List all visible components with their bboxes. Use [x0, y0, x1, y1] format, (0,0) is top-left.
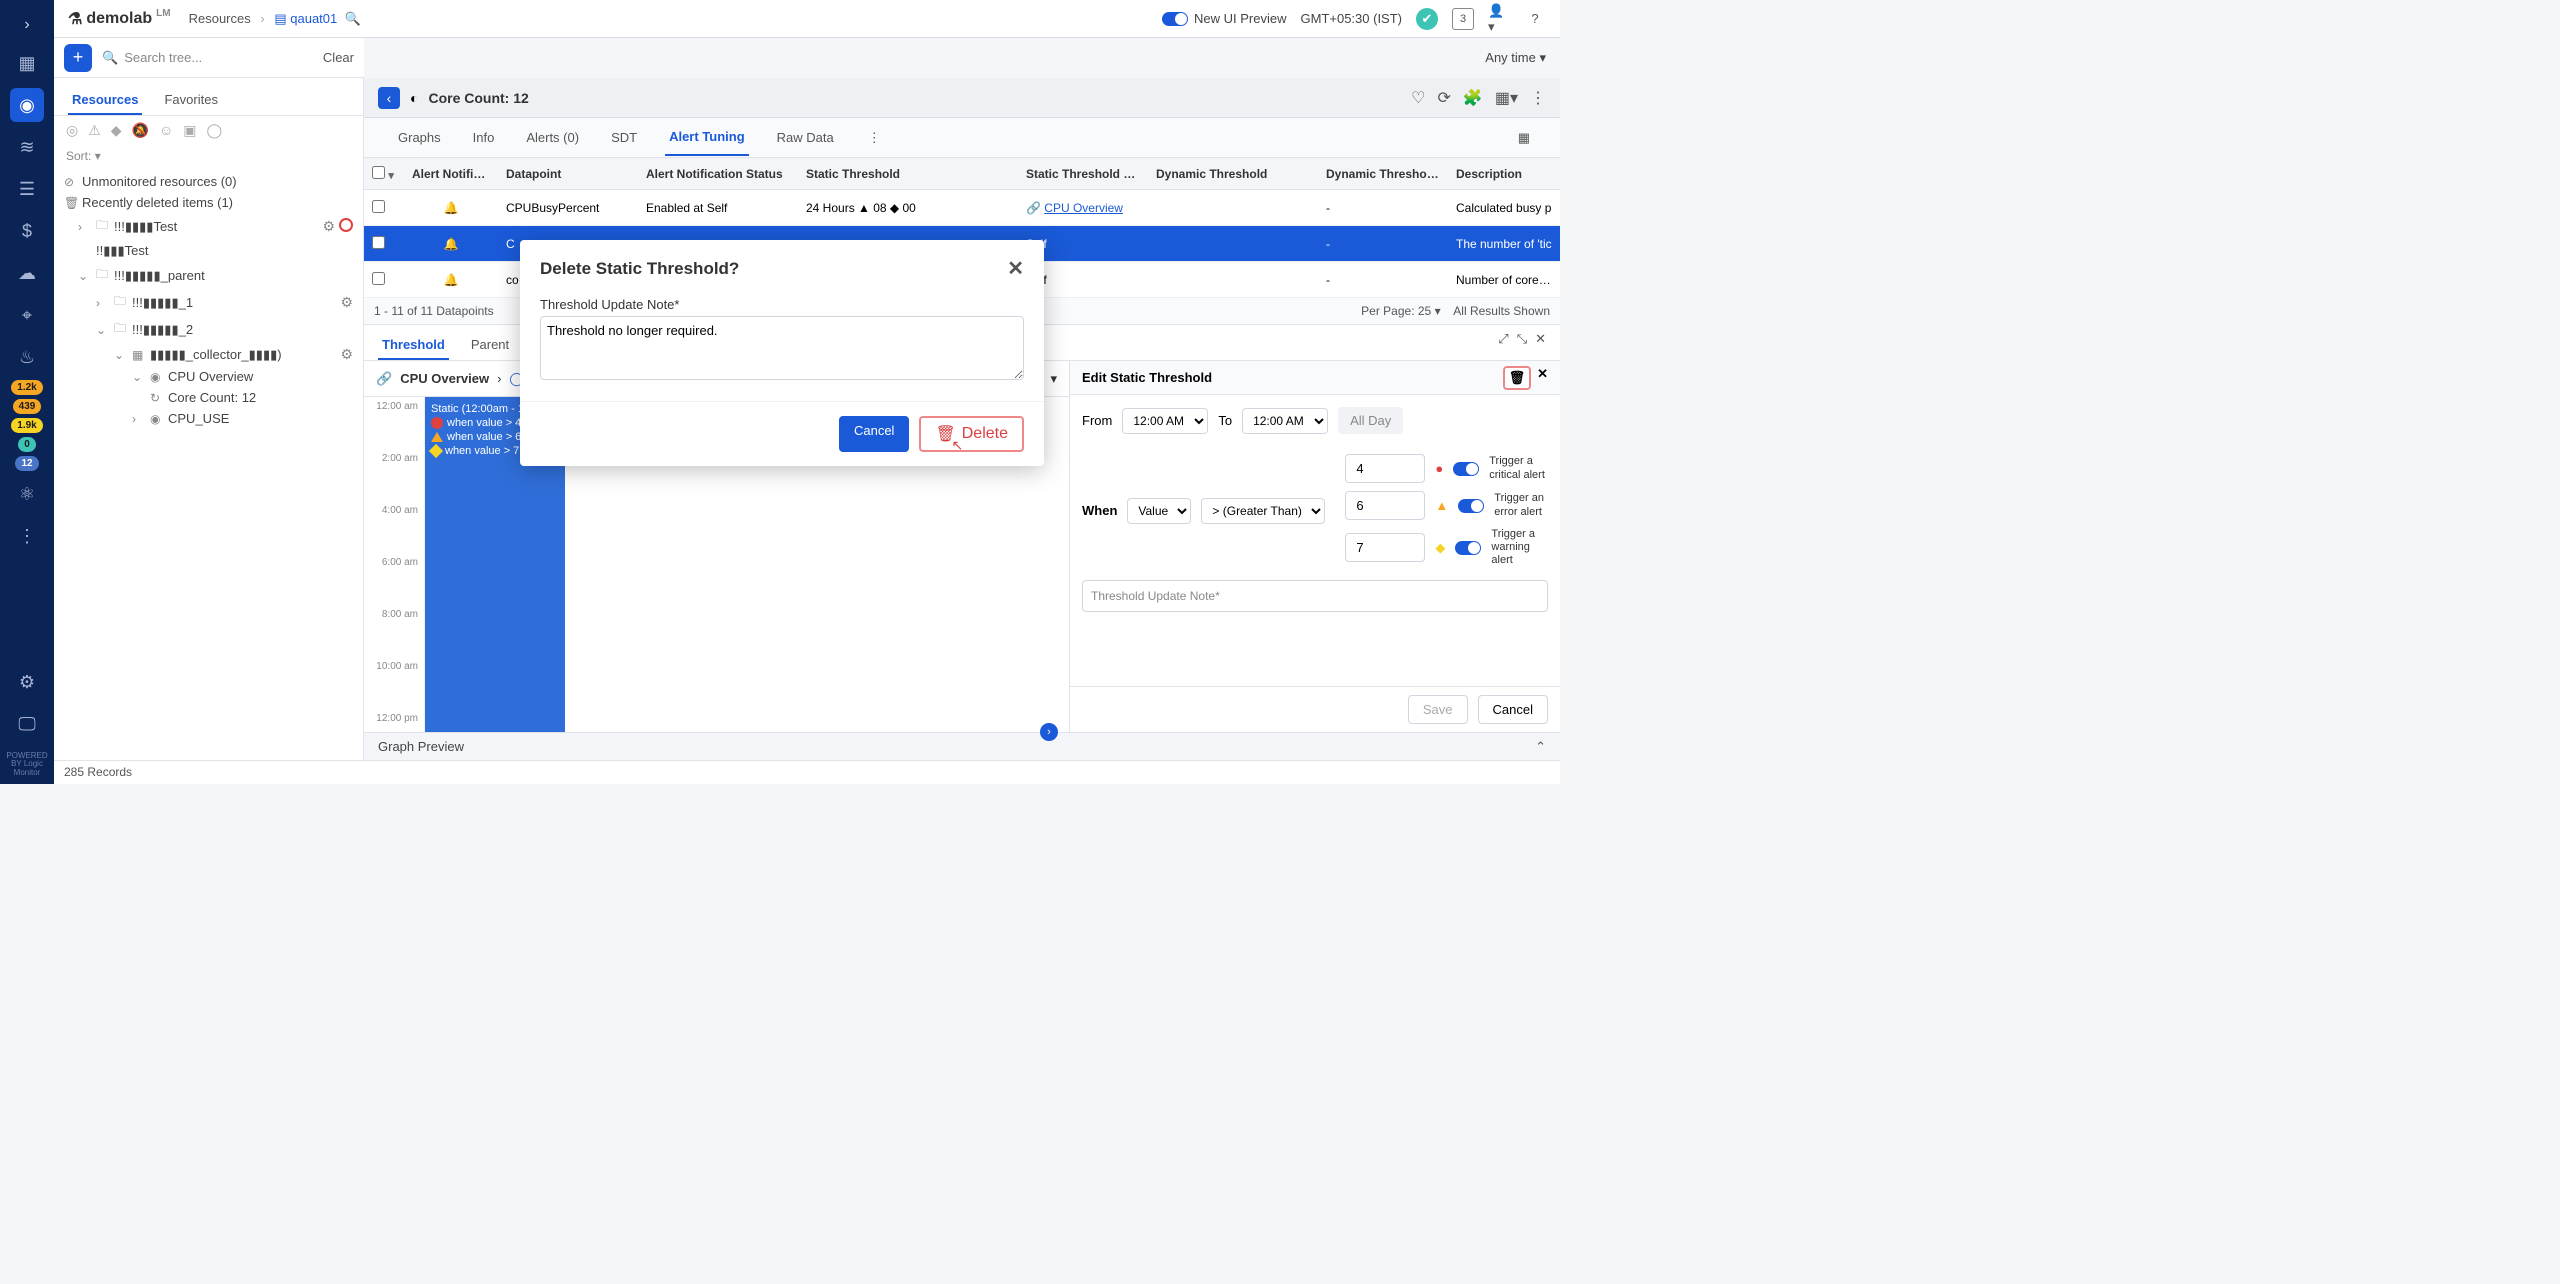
- note-label: Threshold Update Note*: [540, 297, 1024, 312]
- cursor-icon: ↖: [951, 437, 963, 454]
- modal-cancel-button[interactable]: Cancel: [839, 416, 909, 452]
- modal-delete-button[interactable]: 🗑 Delete ↖: [919, 416, 1024, 452]
- modal-close-icon[interactable]: ✕: [1007, 256, 1024, 281]
- delete-label: Delete: [962, 425, 1008, 443]
- delete-threshold-modal: Delete Static Threshold? ✕ Threshold Upd…: [520, 240, 1044, 466]
- note-textarea[interactable]: Threshold no longer required.: [540, 316, 1024, 380]
- modal-title: Delete Static Threshold?: [540, 259, 739, 279]
